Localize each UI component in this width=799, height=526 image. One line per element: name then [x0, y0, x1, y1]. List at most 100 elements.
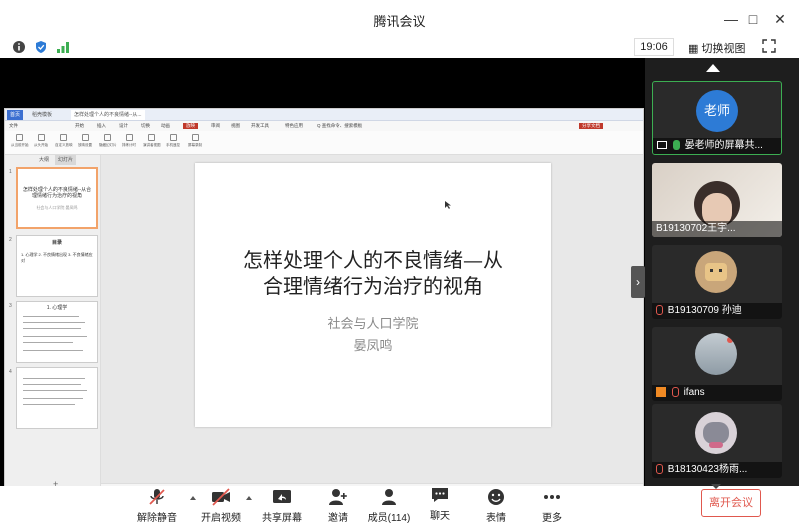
ribbon-item[interactable]: 隐藏幻灯片 [99, 134, 117, 152]
thumb-text-line [23, 350, 83, 351]
thumb-panel-tabs: 大纲 幻灯片 [5, 155, 101, 165]
participant-name: 晏老师的屏幕共... [684, 140, 763, 151]
participant-name-label: 晏老师的屏幕共... [653, 138, 781, 154]
meeting-toolbar: 19:06 ▦ 切换视图 [0, 38, 799, 58]
share-screen-button[interactable]: 共享屏幕 [257, 488, 307, 524]
emoji-icon [488, 489, 504, 505]
thumb-text-line [23, 384, 81, 385]
start-video-button[interactable]: 开启视频 [196, 488, 246, 524]
invite-button[interactable]: 邀请 [313, 488, 363, 524]
thumb-text-line [23, 398, 83, 399]
ribbon-item[interactable]: 放映设置 [77, 134, 93, 152]
signal-icon[interactable] [56, 40, 70, 54]
leave-meeting-button[interactable]: 离开会议 [701, 489, 761, 517]
avatar [695, 412, 737, 454]
ribbon-tab[interactable]: 开发工具 [251, 123, 269, 129]
ribbon-item[interactable]: 演讲者视图 [143, 134, 161, 152]
fullscreen-icon[interactable] [762, 39, 776, 53]
video-options-caret[interactable] [246, 496, 252, 500]
slide-subtitle-author: 晏凤鸣 [353, 339, 393, 354]
members-label: 成员(114) [367, 513, 411, 524]
app-tab-document[interactable]: 怎样处理个人的不良情绪--从... [71, 110, 145, 120]
thumb-text-line [23, 342, 73, 343]
app-tab-home[interactable]: 首页 [7, 110, 24, 120]
slide-thumbnail[interactable]: 怎样处理个人的不良情绪--从合理情绪行为治疗的视角 社会与人口学院 晏凤鸣 [16, 167, 98, 229]
shared-screen: 首页 稻壳模板 怎样处理个人的不良情绪--从... 文件 开始 插入 设计 切换… [4, 108, 644, 512]
start-video-label: 开启视频 [201, 513, 241, 524]
ribbon-tab[interactable]: 文件 [9, 123, 18, 129]
ribbon-item[interactable]: 屏幕录制 [187, 134, 203, 152]
thumb-number: 1 [9, 169, 12, 175]
maximize-icon[interactable]: □ [744, 10, 762, 28]
scroll-up-icon[interactable] [706, 64, 720, 72]
thumb-title: 目录 [51, 240, 62, 246]
participant-name-label: B19130709 孙迪 [652, 303, 782, 319]
current-slide[interactable]: 怎样处理个人的不良情绪—从 合理情绪行为治疗的视角 社会与人口学院 晏凤鸣 [195, 163, 551, 427]
switch-view-label: 切换视图 [701, 43, 746, 55]
slide-thumbnail[interactable]: 目录 1. 心理学 2. 不良情绪出现 3. 不良情绪应对 [16, 235, 98, 297]
outline-tab[interactable]: 大纲 [39, 155, 49, 165]
mic-muted-icon [656, 464, 663, 475]
chat-label: 聊天 [430, 511, 450, 522]
ribbon-search[interactable]: Q 查找命令、搜索模板 [317, 123, 362, 129]
info-icon[interactable] [12, 40, 26, 54]
minimize-icon[interactable]: — [722, 10, 740, 28]
ribbon-tab[interactable]: 视图 [231, 123, 240, 129]
slide-thumbnail[interactable] [16, 367, 98, 429]
switch-view-button[interactable]: ▦ 切换视图 [688, 40, 745, 56]
avatar [695, 251, 737, 293]
unmute-button[interactable]: 解除静音 [132, 488, 182, 524]
ribbon-tab[interactable]: 特色应用 [285, 123, 303, 129]
ribbon-tab[interactable]: 设计 [119, 123, 128, 129]
reactions-label: 表情 [486, 513, 506, 524]
thumb-text-line [23, 322, 85, 323]
participant-name-label: B18130423杨雨... [652, 462, 782, 478]
slides-tab[interactable]: 幻灯片 [55, 155, 77, 165]
ribbon-item[interactable]: 从头开始 [33, 134, 49, 152]
thumb-title: 怎样处理个人的不良情绪--从合理情绪行为治疗的视角 [22, 187, 92, 199]
ribbon-tab[interactable]: 审阅 [211, 123, 220, 129]
ribbon-tab[interactable]: 动画 [161, 123, 170, 129]
shield-icon[interactable] [34, 40, 48, 54]
participant-name: B18130423杨雨... [667, 464, 748, 475]
panel-toggle-icon[interactable] [711, 484, 721, 489]
unmute-label: 解除静音 [137, 513, 177, 524]
participant-card[interactable]: ifans [652, 327, 782, 401]
ribbon-item[interactable]: 从当前开始 [11, 134, 29, 152]
collapse-sidebar-button[interactable]: › [631, 266, 645, 298]
participant-card[interactable]: 老师 晏老师的屏幕共... [652, 81, 782, 155]
participant-name-label: ifans [652, 385, 782, 401]
slide-thumbnail[interactable]: 1. 心理学 [16, 301, 98, 363]
share-screen-icon [273, 490, 291, 503]
ribbon-tab[interactable]: 开始 [75, 123, 84, 129]
window-title: 腾讯会议 [373, 14, 426, 29]
title-bar: 腾讯会议 — □ ✕ [0, 0, 799, 38]
app-tab-templates[interactable]: 稻壳模板 [29, 110, 55, 120]
ribbon-tab[interactable]: 切换 [141, 123, 150, 129]
ribbon-tab[interactable]: 插入 [97, 123, 106, 129]
ribbon-tab-active[interactable]: 放映 [183, 123, 198, 129]
chat-button[interactable]: 聊天 [415, 486, 465, 522]
slide-title-line2: 合理情绪行为治疗的视角 [263, 274, 483, 298]
participant-card[interactable]: B18130423杨雨... [652, 404, 782, 478]
wps-tab-bar: 首页 稻壳模板 怎样处理个人的不良情绪--从... [5, 109, 643, 121]
mic-muted-icon [656, 305, 663, 316]
share-screen-label: 共享屏幕 [262, 513, 302, 524]
close-icon[interactable]: ✕ [771, 10, 789, 28]
ribbon-item[interactable]: 手机遥控 [165, 134, 181, 152]
ribbon-toolbar: 从当前开始 从头开始 自定义放映 放映设置 隐藏幻灯片 排练计时 演讲者视图 手… [5, 131, 643, 155]
reactions-button[interactable]: 表情 [471, 488, 521, 524]
share-doc-button[interactable]: 分享文档 [579, 123, 603, 129]
slide-thumbnail-panel: 大纲 幻灯片 1 怎样处理个人的不良情绪--从合理情绪行为治疗的视角 社会与人口… [5, 155, 101, 501]
members-button[interactable]: 成员(114) [362, 488, 416, 524]
participant-card[interactable]: B19130702王宇... [652, 163, 782, 237]
screen-share-icon [657, 141, 667, 150]
participant-card[interactable]: B19130709 孙迪 [652, 245, 782, 319]
ribbon-item[interactable]: 自定义放映 [55, 134, 73, 152]
thumb-text-line [23, 316, 79, 317]
ribbon-tabs: 文件 开始 插入 设计 切换 动画 放映 审阅 视图 开发工具 特色应用 Q 查… [5, 121, 643, 131]
ribbon-item[interactable]: 排练计时 [121, 134, 137, 152]
mouse-cursor-icon [445, 201, 451, 209]
meeting-time: 19:06 [634, 38, 674, 56]
more-button[interactable]: 更多 [527, 488, 577, 524]
